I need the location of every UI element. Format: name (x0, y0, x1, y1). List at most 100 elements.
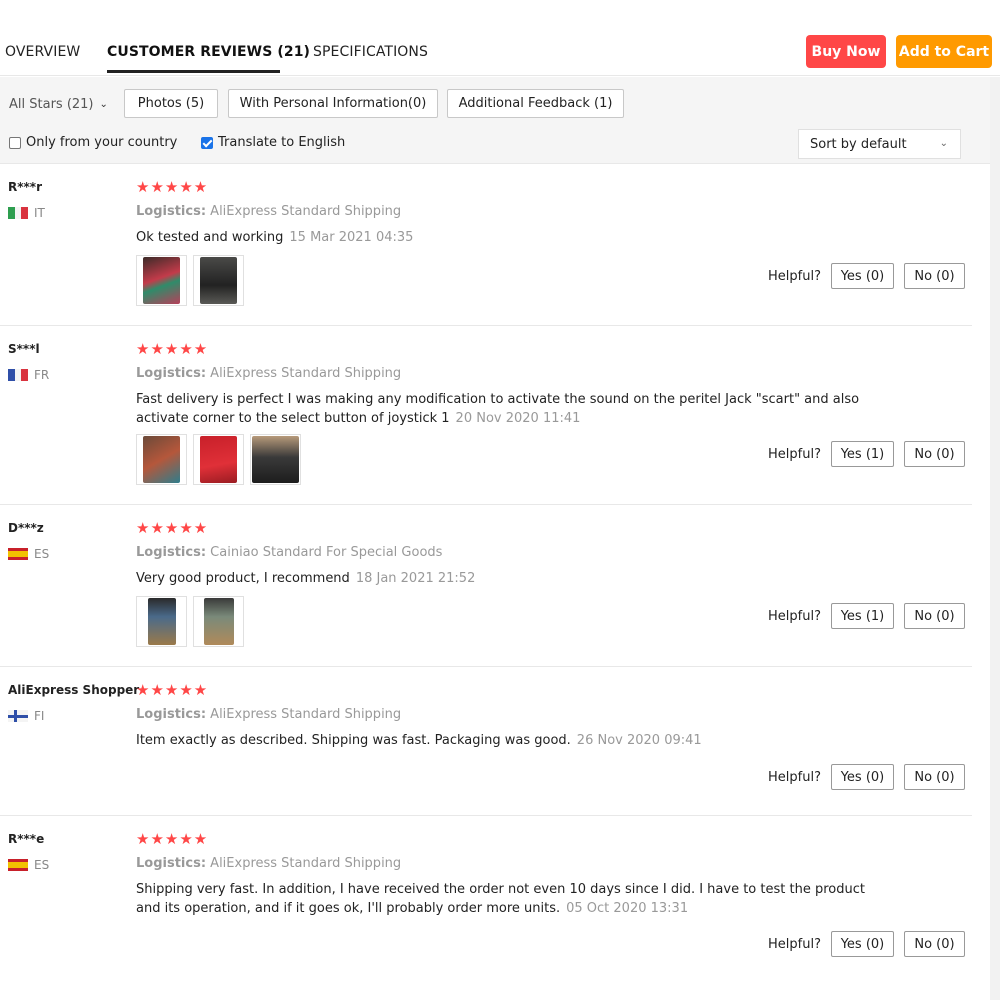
review-body: Ok tested and working (136, 230, 284, 245)
logistics-value: Cainiao Standard For Special Goods (210, 545, 443, 560)
logistics-info: Logistics: AliExpress Standard Shipping (136, 366, 401, 381)
review-text: Shipping very fast. In addition, I have … (136, 881, 876, 918)
review-body: Item exactly as described. Shipping was … (136, 733, 571, 748)
review-date: 20 Nov 2020 11:41 (455, 410, 581, 426)
review-body: Shipping very fast. In addition, I have … (136, 882, 865, 916)
helpful-label: Helpful? (768, 268, 821, 284)
star-rating: ★★★★★ (136, 681, 209, 699)
country-code: IT (34, 206, 45, 220)
helpful-vote: Helpful? Yes (0) No (0) (768, 263, 965, 289)
reviewer-name: R***r (8, 180, 42, 194)
product-reviews-page: OVERVIEW CUSTOMER REVIEWS (21) SPECIFICA… (0, 0, 1000, 1000)
review-item: D***z ES ★★★★★ Logistics: Cainiao Standa… (0, 505, 972, 667)
review-text: Fast delivery is perfect I was making an… (136, 391, 876, 428)
review-text: Item exactly as described. Shipping was … (136, 732, 876, 751)
reviewer-country: ES (8, 858, 49, 872)
review-photos (136, 596, 244, 647)
review-photo-thumbnail[interactable] (193, 434, 244, 485)
helpful-vote: Helpful? Yes (0) No (0) (768, 931, 965, 957)
review-photo-thumbnail[interactable] (193, 255, 244, 306)
logistics-info: Logistics: AliExpress Standard Shipping (136, 856, 401, 871)
review-date: 26 Nov 2020 09:41 (576, 733, 702, 748)
review-text: Very good product, I recommend 18 Jan 202… (136, 570, 876, 589)
only-country-option[interactable]: Only from your country (9, 135, 177, 150)
sort-select[interactable]: Sort by default ⌄ (798, 129, 961, 159)
helpful-vote: Helpful? Yes (0) No (0) (768, 764, 965, 790)
logistics-info: Logistics: Cainiao Standard For Special … (136, 545, 442, 560)
helpful-yes-button[interactable]: Yes (0) (831, 931, 894, 957)
reviewer-name: S***l (8, 342, 40, 356)
personal-info-filter-button[interactable]: With Personal Information(0) (228, 89, 438, 118)
review-photo-thumbnail[interactable] (193, 596, 244, 647)
helpful-yes-button[interactable]: Yes (1) (831, 441, 894, 467)
add-to-cart-button[interactable]: Add to Cart (896, 35, 992, 68)
logistics-label: Logistics: (136, 707, 207, 722)
review-date: 05 Oct 2020 13:31 (566, 900, 689, 916)
logistics-label: Logistics: (136, 366, 207, 381)
logistics-label: Logistics: (136, 856, 207, 871)
helpful-label: Helpful? (768, 936, 821, 952)
only-country-checkbox[interactable] (9, 136, 21, 149)
buy-now-button[interactable]: Buy Now (806, 35, 886, 68)
helpful-no-button[interactable]: No (0) (904, 441, 965, 467)
logistics-label: Logistics: (136, 204, 207, 219)
tab-specifications[interactable]: SPECIFICATIONS (313, 44, 428, 60)
review-date: 15 Mar 2021 04:35 (289, 230, 414, 245)
france-flag-icon (8, 369, 28, 381)
finland-flag-icon (8, 710, 28, 722)
tab-overview[interactable]: OVERVIEW (5, 44, 80, 60)
chevron-down-icon: ⌄ (939, 138, 948, 149)
review-photos (136, 255, 244, 306)
all-stars-dropdown[interactable]: All Stars (21) ⌄ (9, 97, 108, 112)
country-code: FR (34, 368, 50, 382)
logistics-value: AliExpress Standard Shipping (210, 856, 402, 871)
spain-flag-icon (8, 548, 28, 560)
helpful-no-button[interactable]: No (0) (904, 603, 965, 629)
review-filter-bar: All Stars (21) ⌄ Photos (5) With Persona… (0, 77, 1000, 164)
translate-checkbox[interactable] (201, 136, 213, 149)
review-photo-thumbnail[interactable] (136, 255, 187, 306)
star-rating: ★★★★★ (136, 340, 209, 358)
review-item: AliExpress Shopper FI ★★★★★ Logistics: A… (0, 667, 972, 816)
review-photo-thumbnail[interactable] (136, 434, 187, 485)
active-tab-underline (107, 70, 280, 73)
spain-flag-icon (8, 859, 28, 871)
all-stars-label: All Stars (21) (9, 97, 94, 112)
review-item: R***r IT ★★★★★ Logistics: AliExpress Sta… (0, 164, 972, 326)
star-rating: ★★★★★ (136, 178, 209, 196)
chevron-down-icon: ⌄ (99, 99, 108, 110)
tab-customer-reviews[interactable]: CUSTOMER REVIEWS (21) (107, 44, 310, 60)
helpful-no-button[interactable]: No (0) (904, 931, 965, 957)
logistics-value: AliExpress Standard Shipping (210, 707, 402, 722)
photos-filter-button[interactable]: Photos (5) (124, 89, 218, 118)
reviewer-name: AliExpress Shopper (8, 683, 140, 697)
helpful-yes-button[interactable]: Yes (1) (831, 603, 894, 629)
helpful-vote: Helpful? Yes (1) No (0) (768, 441, 965, 467)
helpful-yes-button[interactable]: Yes (0) (831, 764, 894, 790)
scrollbar[interactable] (990, 77, 1000, 1000)
review-date: 18 Jan 2021 21:52 (355, 571, 476, 586)
only-country-label: Only from your country (26, 135, 178, 150)
review-body: Very good product, I recommend (136, 571, 350, 586)
reviewer-name: D***z (8, 521, 44, 535)
review-item: R***e ES ★★★★★ Logistics: AliExpress Sta… (0, 816, 972, 976)
review-photo-thumbnail[interactable] (250, 434, 301, 485)
review-item: S***l FR ★★★★★ Logistics: AliExpress Sta… (0, 326, 972, 505)
additional-feedback-filter-button[interactable]: Additional Feedback (1) (447, 89, 624, 118)
logistics-info: Logistics: AliExpress Standard Shipping (136, 707, 401, 722)
helpful-no-button[interactable]: No (0) (904, 764, 965, 790)
logistics-value: AliExpress Standard Shipping (210, 366, 402, 381)
helpful-vote: Helpful? Yes (1) No (0) (768, 603, 965, 629)
logistics-value: AliExpress Standard Shipping (210, 204, 402, 219)
sort-label: Sort by default (810, 136, 907, 152)
helpful-label: Helpful? (768, 446, 821, 462)
review-photo-thumbnail[interactable] (136, 596, 187, 647)
star-rating: ★★★★★ (136, 830, 209, 848)
translate-option[interactable]: Translate to English (201, 135, 345, 150)
country-code: ES (34, 547, 50, 561)
review-photos (136, 434, 301, 485)
helpful-yes-button[interactable]: Yes (0) (831, 263, 894, 289)
reviewer-country: ES (8, 547, 49, 561)
helpful-no-button[interactable]: No (0) (904, 263, 965, 289)
logistics-label: Logistics: (136, 545, 207, 560)
